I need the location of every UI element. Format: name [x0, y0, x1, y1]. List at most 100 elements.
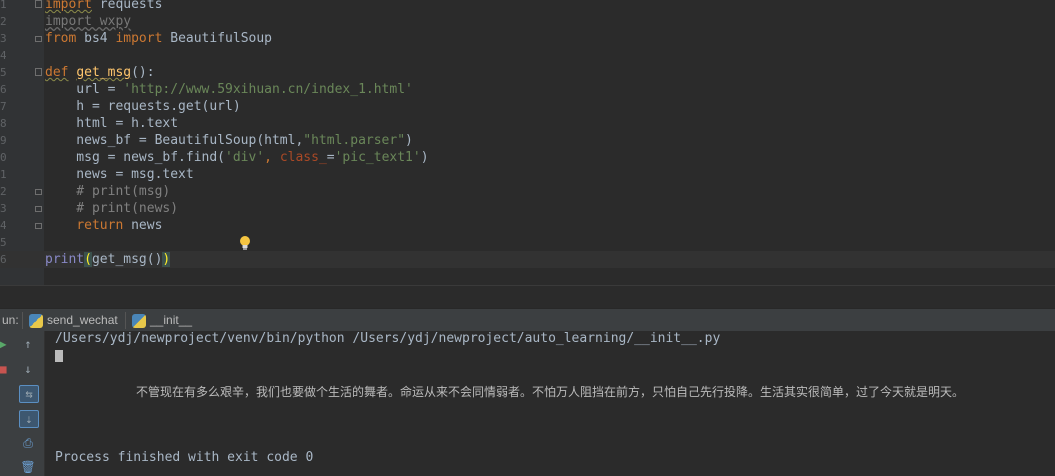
fold-marker-icon[interactable]: [35, 36, 42, 42]
tab-label: __init__: [150, 313, 193, 327]
code-token: # print(msg): [45, 184, 171, 199]
code-token: import: [115, 31, 163, 46]
code-editor[interactable]: 1 import requests 2 import wxpy 3 from bs4 im…: [0, 0, 1055, 285]
run-console[interactable]: ▶ ↑ ■ ↓ ⇆ ⇣ ⎙ 🗑 /Users/ydj/newproject/ve…: [0, 331, 1055, 476]
line-number: 3: [0, 202, 6, 215]
code-token: ,: [264, 150, 280, 165]
code-token: news: [123, 218, 163, 233]
fold-marker-icon[interactable]: [35, 0, 42, 8]
line-number: 1: [0, 168, 6, 181]
code-token: ): [420, 150, 429, 165]
code-line: 4 return news: [0, 217, 1055, 234]
code-token: html = h.text: [45, 116, 179, 131]
code-token: news = msg.text: [45, 167, 194, 182]
code-text: import requests: [45, 0, 162, 13]
code-token: 'http://www.59xihuan.cn/index_1.html': [123, 82, 413, 97]
code-token: "html.parser": [303, 133, 406, 148]
console-output: 不管现在有多么艰辛，我们也要做个生活的舞者。命运从来不会同情弱者。不怕万人阻挡在…: [136, 385, 965, 399]
run-panel-label: un:: [2, 313, 19, 327]
run-tool-tabs: un: send_wechat __init__: [0, 308, 1055, 333]
line-number: 7: [0, 100, 6, 113]
line-number: 1: [0, 0, 6, 11]
line-number: 4: [0, 219, 6, 232]
code-line: 6 url = 'http://www.59xihuan.cn/index_1.…: [0, 81, 1055, 98]
down-arrow-icon[interactable]: ↓: [19, 361, 37, 377]
code-line: 7 h = requests.get(url): [0, 98, 1055, 115]
code-line: 2 import wxpy: [0, 13, 1055, 30]
code-token: get_msg: [76, 65, 132, 80]
line-number: 6: [0, 83, 6, 96]
code-token: ():: [131, 65, 155, 80]
console-exit-status: Process finished with exit code 0: [55, 450, 314, 465]
code-token: def: [45, 65, 69, 80]
code-line: 1 news = msg.text: [0, 166, 1055, 183]
tab-init[interactable]: __init__: [132, 309, 192, 332]
code-line: 0 msg = news_bf.find('div', class_='pic_…: [0, 149, 1055, 166]
code-text: return news: [45, 217, 162, 234]
fold-marker-icon[interactable]: [35, 68, 42, 76]
tab-label: send_wechat: [47, 313, 118, 327]
code-line: 6 print(get_msg()): [0, 251, 1055, 268]
code-text: news = msg.text: [45, 166, 194, 183]
code-token: import wxpy: [45, 14, 132, 29]
code-text: # print(news): [45, 200, 178, 217]
code-text: print(get_msg()): [45, 251, 171, 268]
lightbulb-icon[interactable]: [238, 235, 252, 251]
up-arrow-icon[interactable]: ↑: [19, 336, 37, 352]
code-token: import: [45, 0, 92, 12]
code-token: news_bf = BeautifulSoup(html,: [45, 133, 304, 148]
code-text: from bs4 import BeautifulSoup: [45, 30, 272, 47]
code-token: ): [405, 133, 413, 148]
line-number: 5: [0, 66, 6, 79]
code-text: html = h.text: [45, 115, 178, 132]
fold-marker-icon[interactable]: [35, 189, 42, 195]
line-number: 5: [0, 236, 6, 249]
tab-send-wechat[interactable]: send_wechat: [29, 309, 118, 332]
line-number: 4: [0, 49, 6, 62]
editor-footer: [0, 285, 1055, 309]
code-token: # print(news): [45, 201, 179, 216]
code-token: h = requests.get(url): [45, 99, 241, 114]
console-command: /Users/ydj/newproject/venv/bin/python /U…: [55, 331, 721, 346]
code-line: 3 # print(news): [0, 200, 1055, 217]
code-token: class_: [279, 150, 327, 165]
code-text: # print(msg): [45, 183, 170, 200]
code-token: bs4: [76, 31, 116, 46]
code-token: 'div': [225, 150, 265, 165]
line-number: 8: [0, 117, 6, 130]
code-line: 1 import requests: [0, 0, 1055, 13]
python-file-icon: [132, 313, 146, 328]
code-line: 5 def get_msg():: [0, 64, 1055, 81]
fold-marker-icon[interactable]: [35, 206, 42, 212]
code-token: (: [84, 252, 92, 267]
code-token: 'pic_text1': [334, 150, 421, 165]
line-number: 2: [0, 185, 6, 198]
fold-marker-icon[interactable]: [35, 223, 42, 229]
code-text: import wxpy: [45, 13, 131, 30]
code-text: h = requests.get(url): [45, 98, 241, 115]
scroll-to-end-icon[interactable]: ⇣: [19, 410, 39, 428]
code-line: 2 # print(msg): [0, 183, 1055, 200]
code-token: BeautifulSoup: [162, 31, 272, 46]
code-line: 5: [0, 234, 1055, 251]
soft-wrap-icon[interactable]: ⇆: [19, 385, 39, 403]
code-token: print: [45, 252, 85, 267]
console-toolbar: ▶ ↑ ■ ↓ ⇆ ⇣ ⎙ 🗑: [0, 331, 45, 476]
console-cursor: [55, 350, 63, 362]
line-number: 0: [0, 151, 6, 164]
line-number: 6: [0, 253, 6, 266]
code-token: requests: [91, 0, 163, 12]
line-number: 3: [0, 32, 6, 45]
code-token: ): [162, 252, 171, 267]
run-icon[interactable]: ▶: [0, 336, 12, 352]
trash-icon[interactable]: 🗑: [19, 459, 37, 475]
code-line: 8 html = h.text: [0, 115, 1055, 132]
code-text: url = 'http://www.59xihuan.cn/index_1.ht…: [45, 81, 413, 98]
code-token: from: [45, 31, 77, 46]
code-token: msg = news_bf.find(: [45, 150, 226, 165]
stop-icon[interactable]: ■: [0, 361, 12, 377]
code-text: def get_msg():: [45, 64, 155, 81]
code-token: url =: [45, 82, 124, 97]
print-icon[interactable]: ⎙: [19, 435, 37, 451]
